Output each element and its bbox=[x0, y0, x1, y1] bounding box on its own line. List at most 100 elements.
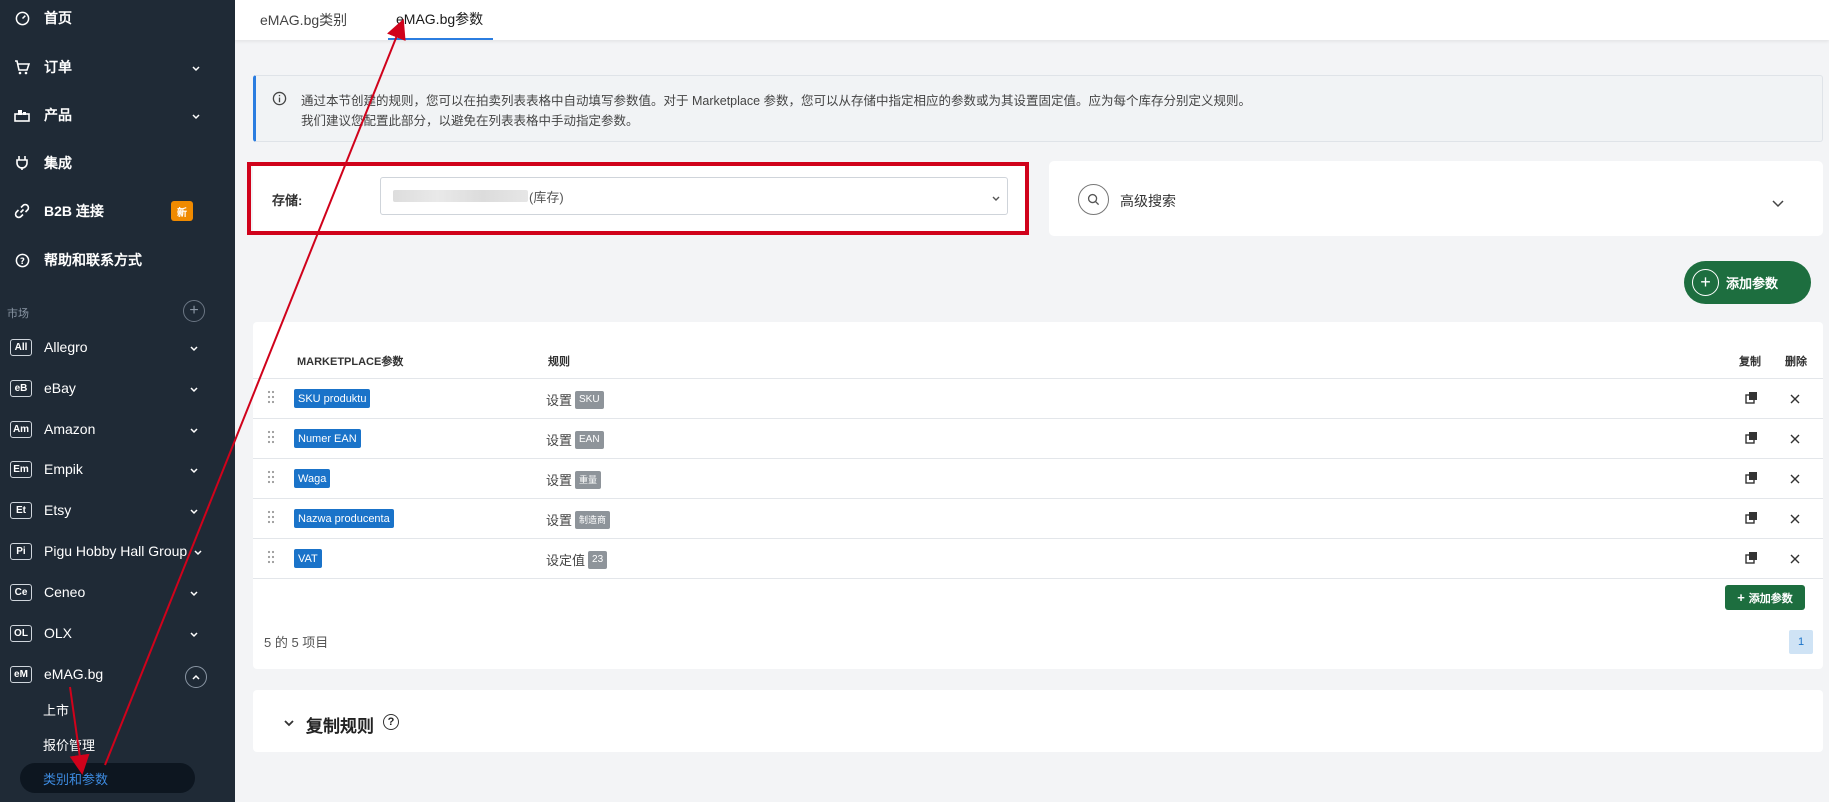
sidebar-item-empik[interactable]: Em Empik bbox=[0, 449, 235, 489]
sidebar-item-ceneo[interactable]: Ce Ceneo bbox=[0, 572, 235, 612]
param-chip: Numer EAN bbox=[294, 429, 361, 448]
sidebar-item-etsy[interactable]: Et Etsy bbox=[0, 490, 235, 530]
chevron-down-icon bbox=[189, 626, 199, 642]
close-icon[interactable] bbox=[1783, 547, 1807, 571]
param-chip: Nazwa producenta bbox=[294, 509, 394, 528]
add-marketplace-button[interactable]: + bbox=[183, 300, 205, 322]
table-row: VAT 设定值 23 bbox=[253, 538, 1823, 578]
info-box: 通过本节创建的规则，您可以在拍卖列表表格中自动填写参数值。对于 Marketpl… bbox=[253, 75, 1823, 142]
add-parameter-small-button[interactable]: + 添加参数 bbox=[1725, 585, 1805, 610]
sidebar-item-olx[interactable]: OL OLX bbox=[0, 613, 235, 653]
dashboard-icon bbox=[14, 10, 30, 26]
sidebar-item-label: OLX bbox=[44, 625, 73, 641]
sidebar-item-label: eMAG.bg bbox=[44, 666, 104, 682]
copy-icon[interactable] bbox=[1744, 550, 1766, 570]
parameters-table: MARKETPLACE参数 规则 复制 删除 SKU produktu 设置 SK… bbox=[253, 322, 1823, 669]
marketplace-abbr: Et bbox=[10, 501, 32, 519]
sidebar-item-home[interactable]: 首页 bbox=[0, 0, 235, 40]
sidebar-item-label: Amazon bbox=[44, 421, 96, 437]
table-row: Numer EAN 设置 EAN bbox=[253, 418, 1823, 458]
add-parameter-small-label: 添加参数 bbox=[1748, 592, 1793, 605]
item-count: 5 的 5 项目 bbox=[264, 635, 329, 650]
rule-text: 设置 bbox=[546, 513, 573, 528]
pagination-page[interactable]: 1 bbox=[1789, 630, 1813, 654]
sidebar-item-label: Ceneo bbox=[44, 584, 86, 600]
add-parameter-label: 添加参数 bbox=[1726, 276, 1779, 291]
drag-handle-icon[interactable] bbox=[267, 510, 275, 529]
new-badge: 新 bbox=[171, 201, 193, 221]
sidebar-item-label: eBay bbox=[44, 380, 76, 396]
sidebar-item-amazon[interactable]: Am Amazon bbox=[0, 409, 235, 449]
rule-text: 设置 bbox=[546, 433, 573, 448]
copy-icon[interactable] bbox=[1744, 390, 1766, 410]
sidebar: 首页 订单 产品 集成 B2B 连接 新 ? 帮助和联系方式 市场 + All … bbox=[0, 0, 235, 802]
sidebar-item-allegro[interactable]: All Allegro bbox=[0, 327, 235, 367]
drag-handle-icon[interactable] bbox=[267, 390, 275, 409]
close-icon[interactable] bbox=[1783, 427, 1807, 451]
param-chip: SKU produktu bbox=[294, 389, 371, 408]
chevron-up-icon[interactable] bbox=[185, 666, 207, 688]
column-header-param: MARKETPLACE参数 bbox=[297, 356, 404, 368]
chevron-down-icon bbox=[189, 585, 199, 601]
add-parameter-button[interactable]: + 添加参数 bbox=[1684, 261, 1811, 304]
chevron-down-icon bbox=[191, 108, 201, 124]
sidebar-subitem-listing[interactable]: 上市 bbox=[43, 700, 69, 719]
sidebar-item-label: Empik bbox=[44, 461, 83, 477]
sidebar-item-pigu[interactable]: Pi Pigu Hobby Hall Group bbox=[0, 531, 235, 571]
marketplace-abbr: Am bbox=[10, 420, 32, 438]
chevron-down-icon bbox=[189, 381, 199, 397]
rule-tag: 23 bbox=[588, 550, 608, 569]
search-icon bbox=[1078, 184, 1109, 215]
sidebar-subitem-categories-params[interactable]: 类别和参数 bbox=[20, 763, 195, 793]
plus-icon: + bbox=[1737, 590, 1745, 605]
rule-tag: 制造商 bbox=[575, 510, 611, 529]
chevron-down-icon bbox=[283, 715, 295, 733]
sidebar-item-orders[interactable]: 订单 bbox=[0, 45, 235, 89]
sidebar-item-products[interactable]: 产品 bbox=[0, 93, 235, 137]
info-text-line-2: 我们建议您配置此部分，以避免在列表表格中手动指定参数。 bbox=[301, 114, 639, 128]
rule-tag: 重量 bbox=[575, 470, 602, 489]
copy-icon[interactable] bbox=[1744, 470, 1766, 490]
advanced-search[interactable]: 高级搜索 bbox=[1049, 161, 1823, 236]
tab-emag-parameters[interactable]: eMAG.bg参数 bbox=[388, 0, 494, 40]
sidebar-item-b2b[interactable]: B2B 连接 新 bbox=[0, 189, 235, 233]
marketplace-abbr: All bbox=[10, 338, 32, 356]
link-icon bbox=[14, 203, 30, 219]
info-text-line-1: 通过本节创建的规则，您可以在拍卖列表表格中自动填写参数值。对于 Marketpl… bbox=[301, 94, 1252, 108]
tab-emag-categories[interactable]: eMAG.bg类别 bbox=[252, 0, 355, 40]
close-icon[interactable] bbox=[1783, 467, 1807, 491]
rule-text: 设定值 bbox=[546, 553, 586, 568]
sidebar-item-label: 集成 bbox=[44, 155, 72, 171]
copy-icon[interactable] bbox=[1744, 510, 1766, 530]
sidebar-item-label: 产品 bbox=[44, 107, 72, 123]
rule-text: 设置 bbox=[546, 473, 573, 488]
rule-tag: EAN bbox=[575, 430, 604, 449]
marketplace-abbr: eM bbox=[10, 665, 32, 683]
help-icon[interactable]: ? bbox=[383, 714, 399, 730]
highlight-box bbox=[247, 162, 1029, 235]
chevron-down-icon bbox=[189, 462, 199, 478]
sidebar-item-help[interactable]: ? 帮助和联系方式 bbox=[0, 238, 235, 282]
close-icon[interactable] bbox=[1783, 387, 1807, 411]
marketplace-abbr: Pi bbox=[10, 542, 32, 560]
drag-handle-icon[interactable] bbox=[267, 470, 275, 489]
cart-icon bbox=[14, 59, 30, 75]
marketplace-abbr: OL bbox=[10, 624, 32, 642]
sidebar-item-integrations[interactable]: 集成 bbox=[0, 141, 235, 185]
marketplace-abbr: eB bbox=[10, 379, 32, 397]
sidebar-item-ebay[interactable]: eB eBay bbox=[0, 368, 235, 408]
close-icon[interactable] bbox=[1783, 507, 1807, 531]
sidebar-item-label: Allegro bbox=[44, 339, 88, 355]
copy-icon[interactable] bbox=[1744, 430, 1766, 450]
drag-handle-icon[interactable] bbox=[267, 430, 275, 449]
column-header-rule: 规则 bbox=[548, 356, 570, 368]
chevron-down-icon bbox=[189, 340, 199, 356]
info-icon bbox=[272, 91, 287, 111]
drag-handle-icon[interactable] bbox=[267, 550, 275, 569]
copy-rules-section[interactable]: 复制规则 ? bbox=[253, 690, 1823, 752]
copy-rules-title: 复制规则 bbox=[306, 717, 374, 736]
sidebar-subitem-offers[interactable]: 报价管理 bbox=[43, 735, 95, 754]
column-header-delete: 删除 bbox=[1785, 356, 1807, 368]
rule-cell: 设置 重量 bbox=[546, 470, 602, 489]
rule-cell: 设置 制造商 bbox=[546, 510, 611, 529]
